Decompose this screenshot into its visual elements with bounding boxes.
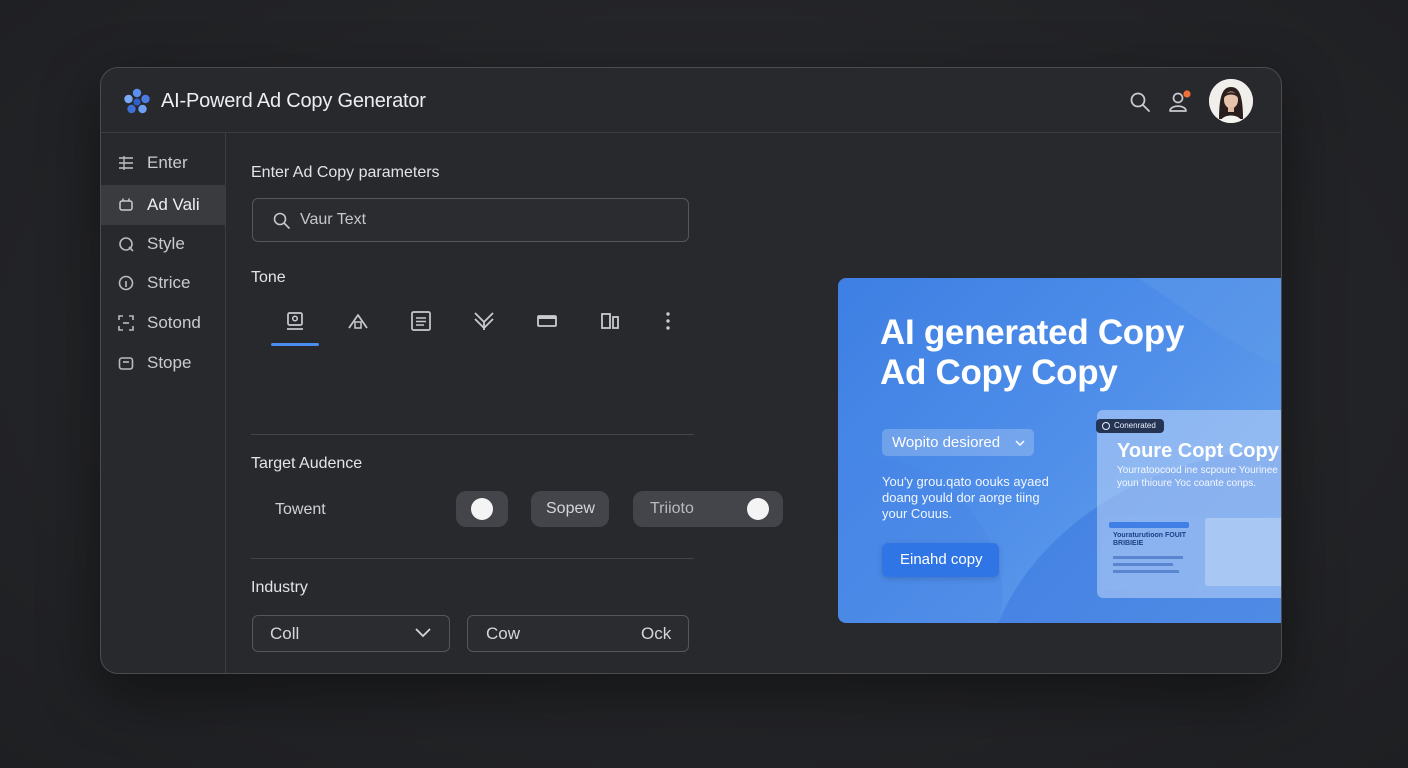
mini-card-heading: Youraturutioon FOUIT BRIBIEIE xyxy=(1113,532,1186,547)
mini-card-image xyxy=(1205,518,1281,586)
toggle-knob xyxy=(471,498,493,520)
ad-preview-card: AI generated Copy Ad Copy Copy Wopito de… xyxy=(838,278,1281,623)
sidebar-item-label: Enter xyxy=(147,153,188,172)
sidebar-item-label: Ad Vali xyxy=(147,195,200,214)
sidebar-item-enter[interactable]: Enter xyxy=(101,143,225,183)
ad-icon xyxy=(119,198,133,211)
avatar[interactable] xyxy=(1209,79,1253,123)
search-icon xyxy=(273,212,290,229)
audience-toggle[interactable] xyxy=(456,491,508,527)
mini-card-text: Yourratoocood ine scpoure Yourinee youn … xyxy=(1117,465,1278,489)
sidebar-item-stope[interactable]: Stope xyxy=(101,343,225,383)
sidebar: Enter Ad Vali Style Strice Sotond Stope xyxy=(101,133,226,673)
list-icon xyxy=(119,156,133,170)
divider xyxy=(251,558,694,559)
grid-icon[interactable] xyxy=(473,310,495,332)
audience-option-label: Sopew xyxy=(546,500,595,517)
search-input[interactable]: Vaur Text xyxy=(252,198,689,242)
image-icon[interactable] xyxy=(284,310,306,332)
preview-dropdown-label: Wopito desiored xyxy=(892,434,1001,451)
tone-selected-indicator xyxy=(271,343,319,346)
sidebar-item-label: Stope xyxy=(147,353,192,372)
sidebar-item-label: Sotond xyxy=(147,313,201,332)
preview-body-text: You'y grou.qato oouks ayaed doang yould … xyxy=(882,474,1049,521)
preview-title: AI generated Copy Ad Copy Copy xyxy=(880,313,1184,393)
toggle-knob xyxy=(747,498,769,520)
industry-select[interactable]: Coll xyxy=(252,615,450,652)
mini-card-line xyxy=(1113,570,1179,573)
app-title: AI-Powerd Ad Copy Generator xyxy=(161,90,426,112)
mini-card-line xyxy=(1113,556,1183,559)
sidebar-item-label: Style xyxy=(147,234,185,253)
sidebar-item-label: Strice xyxy=(147,273,191,292)
sidebar-item-sotond[interactable]: Sotond xyxy=(101,303,225,343)
mini-preview-card: Youre Copt Copy Yourratoocood ine scpour… xyxy=(1097,410,1281,598)
preview-title-line: AI generated Copy xyxy=(880,313,1185,352)
form-heading: Enter Ad Copy parameters xyxy=(251,164,440,181)
style-icon xyxy=(119,237,134,252)
audience-toggle[interactable]: Triioto xyxy=(633,491,783,527)
enhance-copy-button[interactable]: Einahd copy xyxy=(882,543,999,577)
chevron-down-icon xyxy=(415,628,431,638)
sidebar-item-ad-vali[interactable]: Ad Vali xyxy=(101,185,225,225)
mini-card-line xyxy=(1113,563,1173,566)
audience-label: Target Audence xyxy=(251,455,363,472)
preview-dropdown[interactable]: Wopito desiored xyxy=(882,429,1034,456)
mini-card-thumbnail: Youraturutioon FOUIT BRIBIEIE xyxy=(1101,516,1281,590)
mini-card-badge: Conenrated xyxy=(1096,419,1164,433)
audience-option-label: Triioto xyxy=(650,500,694,517)
search-icon[interactable] xyxy=(1129,91,1151,113)
chevron-down-icon xyxy=(1015,440,1025,447)
divider xyxy=(251,434,694,435)
enhance-copy-button-label: Einahd copy xyxy=(900,551,983,568)
sidebar-item-strice[interactable]: Strice xyxy=(101,263,225,303)
mini-card-tag xyxy=(1109,522,1189,528)
avatar-portrait-icon xyxy=(1209,79,1253,123)
audience-option-label: Towent xyxy=(275,501,326,518)
preview-title-line: Ad Copy Copy xyxy=(880,353,1118,392)
frame-icon xyxy=(118,315,134,331)
logo-icon xyxy=(124,88,150,114)
user-notification-icon[interactable] xyxy=(1167,89,1193,115)
sidebar-item-style[interactable]: Style xyxy=(101,224,225,264)
columns-icon[interactable] xyxy=(599,310,621,332)
home-icon[interactable] xyxy=(347,310,369,332)
info-icon xyxy=(118,275,134,291)
audience-option-button[interactable]: Sopew xyxy=(531,491,609,527)
industry-label: Industry xyxy=(251,579,308,596)
search-input-value: Vaur Text xyxy=(300,211,367,228)
tone-label: Tone xyxy=(251,269,286,286)
industry-select-value: Coll xyxy=(270,624,300,643)
mini-card-title: Youre Copt Copy xyxy=(1117,440,1279,462)
header-bar: AI-Powerd Ad Copy Generator xyxy=(101,68,1281,133)
app-window: AI-Powerd Ad Copy Generator Enter Ad Val… xyxy=(100,67,1282,674)
card-icon[interactable] xyxy=(536,310,558,332)
box-icon xyxy=(118,357,134,370)
document-icon[interactable] xyxy=(410,310,432,332)
industry-second-right: Ock xyxy=(641,624,672,643)
industry-second-left: Cow xyxy=(486,624,521,643)
more-icon[interactable] xyxy=(657,310,679,332)
industry-second-field[interactable]: Cow Ock xyxy=(467,615,689,652)
main-panel: Enter Ad Copy parameters Vaur Text Tone xyxy=(226,133,1281,673)
